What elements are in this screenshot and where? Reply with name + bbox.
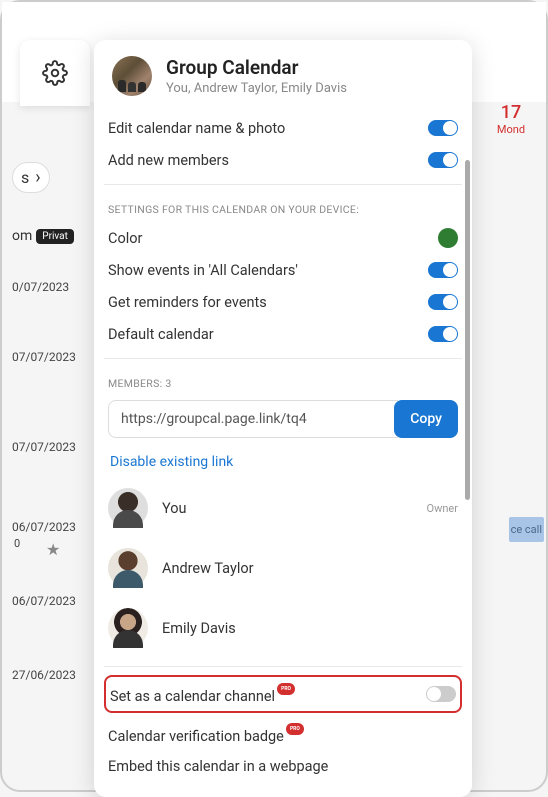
device-settings-heading: SETTINGS FOR THIS CALENDAR ON YOUR DEVIC… [104, 193, 462, 222]
bg-date-header: 17 Mond [486, 102, 536, 136]
show-all-toggle[interactable] [428, 262, 458, 278]
divider [104, 358, 462, 359]
calendar-settings-panel: Group Calendar You, Andrew Taylor, Emily… [94, 40, 472, 797]
member-avatar [108, 608, 148, 648]
bg-date-cell: 27/06/2023 [12, 668, 76, 682]
member-row[interactable]: Emily Davis [104, 598, 462, 658]
show-all-calendars-row[interactable]: Show events in 'All Calendars' [104, 254, 462, 286]
embed-calendar-label: Embed this calendar in a webpage [108, 758, 458, 775]
divider [104, 666, 462, 667]
embed-calendar-row[interactable]: Embed this calendar in a webpage [104, 751, 462, 783]
pro-badge-icon [286, 723, 304, 735]
panel-header: Group Calendar You, Andrew Taylor, Emily… [94, 40, 472, 110]
calendar-title: Group Calendar [166, 56, 347, 79]
reminders-label: Get reminders for events [108, 294, 428, 311]
set-channel-toggle[interactable] [426, 686, 456, 702]
member-avatar [108, 548, 148, 588]
member-row[interactable]: You Owner [104, 478, 462, 538]
members-heading: MEMBERS: 3 [104, 367, 462, 396]
color-label: Color [108, 230, 438, 247]
private-badge: Privat [36, 229, 74, 244]
reminders-toggle[interactable] [428, 294, 458, 310]
edit-calendar-label: Edit calendar name & photo [108, 120, 428, 137]
verification-badge-row[interactable]: Calendar verification badge [104, 717, 462, 751]
default-calendar-label: Default calendar [108, 326, 428, 343]
chevron-right-icon: › [35, 167, 40, 188]
verification-badge-label: Calendar verification badge [108, 723, 458, 745]
member-name: You [162, 500, 413, 517]
bg-date-number: 17 [486, 102, 536, 123]
bg-nav[interactable]: s › [12, 162, 50, 193]
default-calendar-toggle[interactable] [428, 326, 458, 342]
member-name: Emily Davis [162, 620, 444, 637]
bg-zero: 0 [14, 537, 20, 550]
pro-badge-icon [277, 683, 295, 695]
bg-date-day: Mond [486, 123, 536, 136]
bg-date-cell: 07/07/2023 [12, 350, 76, 364]
bg-date-cell: 07/07/2023 [12, 440, 76, 454]
copy-button[interactable]: Copy [394, 400, 458, 438]
edit-calendar-toggle[interactable] [428, 120, 458, 136]
bg-event-tile[interactable]: ce call [509, 517, 544, 542]
share-link-row: Copy [104, 396, 462, 442]
color-swatch[interactable] [438, 228, 458, 248]
scrollbar-thumb[interactable] [465, 160, 470, 500]
set-channel-label: Set as a calendar channel [110, 683, 426, 705]
calendar-members-summary: You, Andrew Taylor, Emily Davis [166, 81, 347, 96]
bg-date-cell: 06/07/2023 [12, 594, 76, 608]
gear-icon [42, 60, 68, 86]
bg-calendar-name: om Privat [12, 228, 74, 244]
bg-date-cell: 06/07/2023 [12, 520, 76, 534]
reminders-row[interactable]: Get reminders for events [104, 286, 462, 318]
show-all-label: Show events in 'All Calendars' [108, 262, 428, 279]
member-role: Owner [427, 502, 458, 515]
add-members-label: Add new members [108, 152, 428, 169]
settings-button[interactable] [20, 40, 90, 106]
divider [104, 184, 462, 185]
add-members-toggle[interactable] [428, 152, 458, 168]
disable-link-button[interactable]: Disable existing link [104, 442, 239, 478]
member-avatar [108, 488, 148, 528]
star-icon: ★ [46, 540, 60, 559]
set-channel-row[interactable]: Set as a calendar channel [104, 675, 462, 713]
edit-calendar-row[interactable]: Edit calendar name & photo [104, 112, 462, 144]
bg-nav-letter: s [21, 168, 29, 187]
member-name: Andrew Taylor [162, 560, 444, 577]
add-members-row[interactable]: Add new members [104, 144, 462, 176]
default-calendar-row[interactable]: Default calendar [104, 318, 462, 350]
member-row[interactable]: Andrew Taylor [104, 538, 462, 598]
color-row[interactable]: Color [104, 222, 462, 254]
bg-date-cell: 0/07/2023 [12, 280, 69, 294]
share-link-input[interactable] [108, 400, 398, 438]
group-avatar[interactable] [112, 56, 152, 96]
